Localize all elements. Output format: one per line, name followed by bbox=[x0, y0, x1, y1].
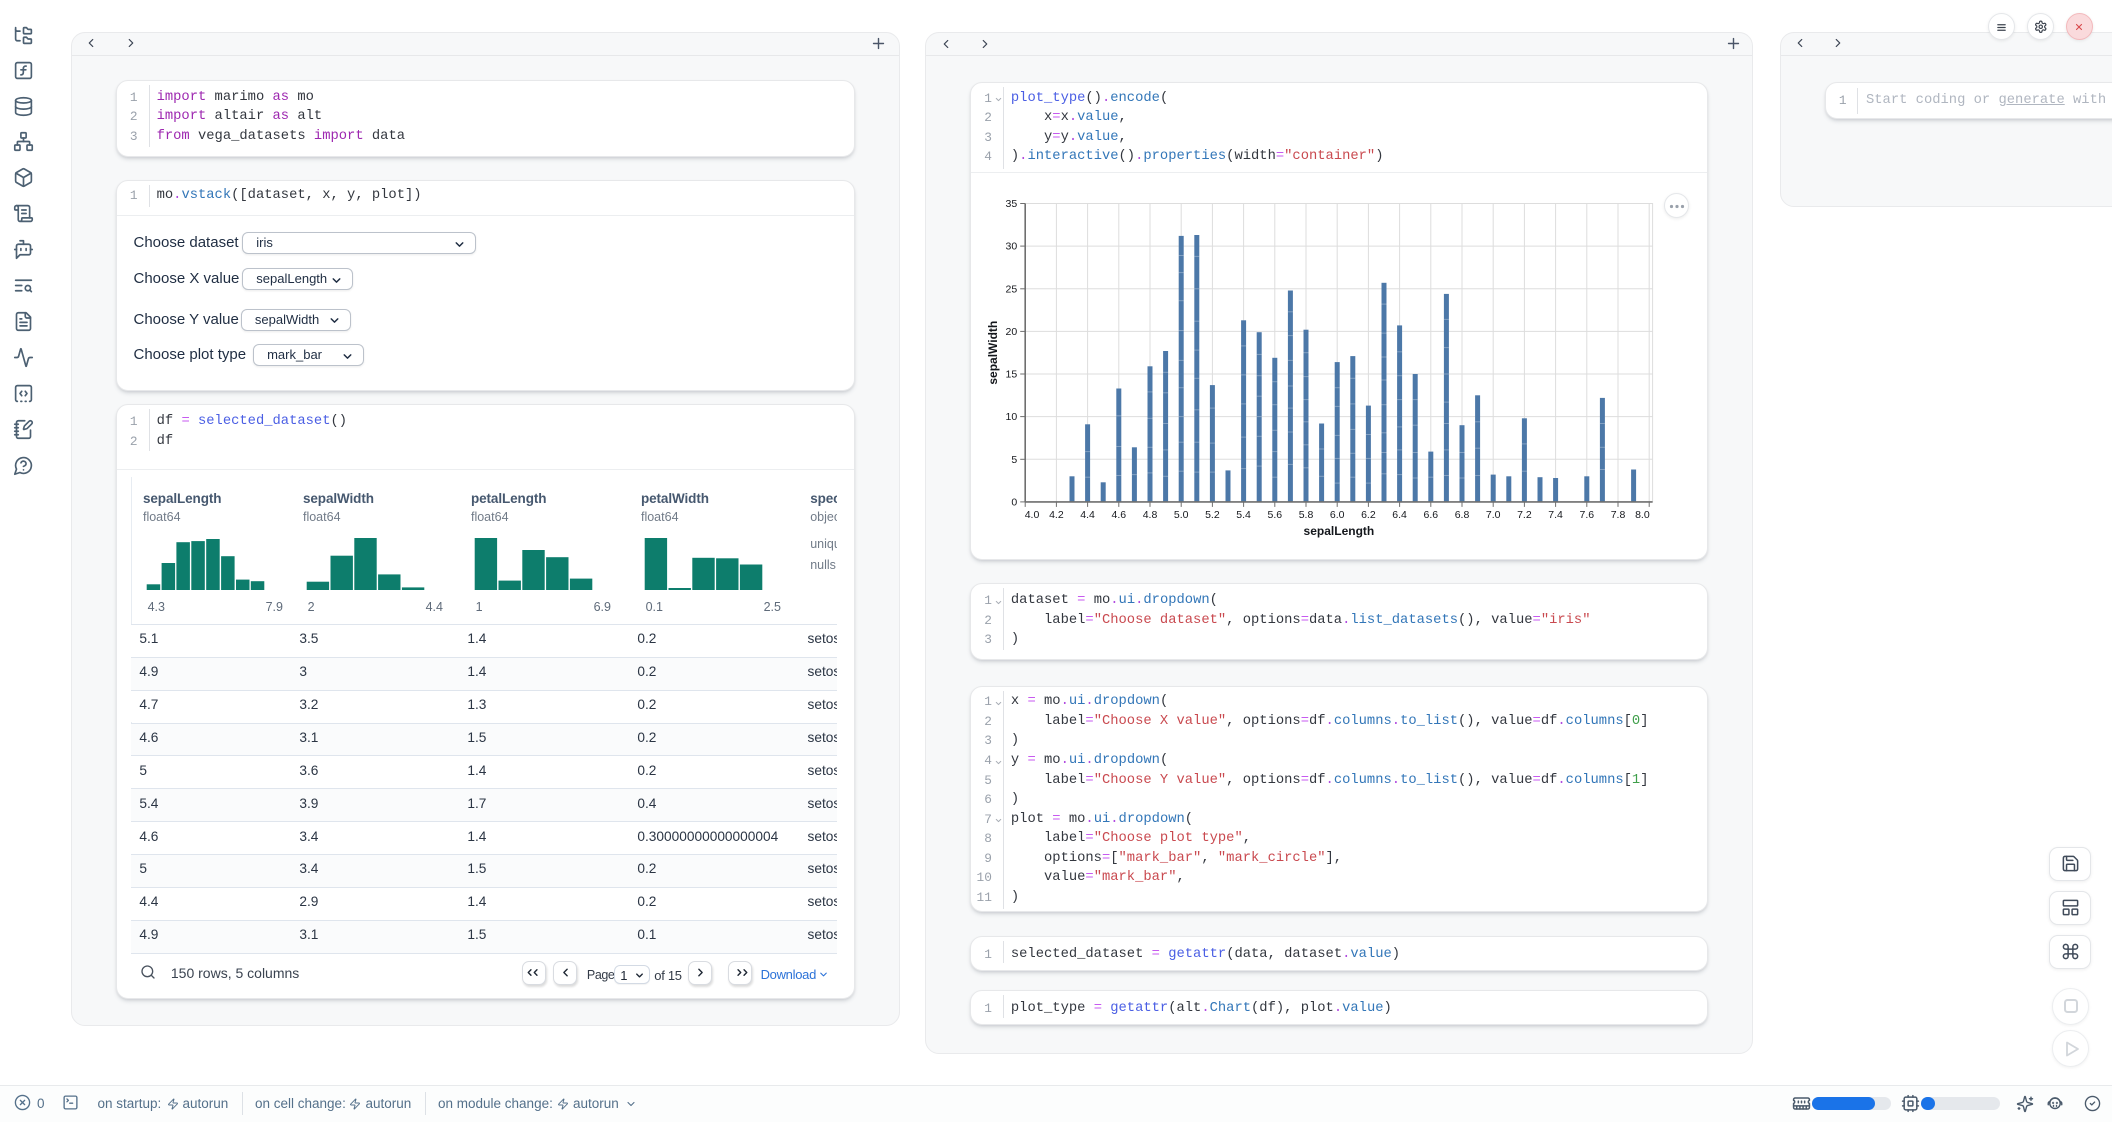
svg-text:4.4: 4.4 bbox=[1080, 509, 1095, 521]
svg-text:5.2: 5.2 bbox=[1205, 509, 1220, 521]
svg-text:7.2: 7.2 bbox=[1517, 509, 1532, 521]
svg-text:30: 30 bbox=[1006, 241, 1018, 253]
svg-text:sepalWidth: sepalWidth bbox=[986, 321, 1000, 385]
svg-text:sepalLength: sepalLength bbox=[1304, 524, 1375, 538]
svg-text:0: 0 bbox=[1011, 496, 1017, 508]
svg-text:7.6: 7.6 bbox=[1579, 509, 1594, 521]
svg-text:4.6: 4.6 bbox=[1111, 509, 1126, 521]
svg-text:6.6: 6.6 bbox=[1423, 509, 1438, 521]
svg-text:25: 25 bbox=[1006, 283, 1018, 295]
svg-text:6.0: 6.0 bbox=[1330, 509, 1345, 521]
svg-text:4.2: 4.2 bbox=[1049, 509, 1064, 521]
svg-text:35: 35 bbox=[1006, 198, 1018, 210]
svg-text:15: 15 bbox=[1006, 369, 1018, 381]
svg-text:7.0: 7.0 bbox=[1486, 509, 1501, 521]
svg-text:8.0: 8.0 bbox=[1635, 509, 1650, 521]
svg-text:5.8: 5.8 bbox=[1299, 509, 1314, 521]
svg-text:4.8: 4.8 bbox=[1143, 509, 1158, 521]
svg-text:7.8: 7.8 bbox=[1611, 509, 1626, 521]
svg-text:4.0: 4.0 bbox=[1025, 509, 1040, 521]
svg-text:10: 10 bbox=[1006, 411, 1018, 423]
svg-text:7.4: 7.4 bbox=[1548, 509, 1563, 521]
svg-text:5.0: 5.0 bbox=[1174, 509, 1189, 521]
svg-text:6.8: 6.8 bbox=[1455, 509, 1470, 521]
svg-text:6.2: 6.2 bbox=[1361, 509, 1376, 521]
svg-text:20: 20 bbox=[1006, 326, 1018, 338]
svg-text:5: 5 bbox=[1011, 454, 1017, 466]
svg-text:5.4: 5.4 bbox=[1236, 509, 1251, 521]
svg-text:5.6: 5.6 bbox=[1267, 509, 1282, 521]
svg-text:6.4: 6.4 bbox=[1392, 509, 1407, 521]
